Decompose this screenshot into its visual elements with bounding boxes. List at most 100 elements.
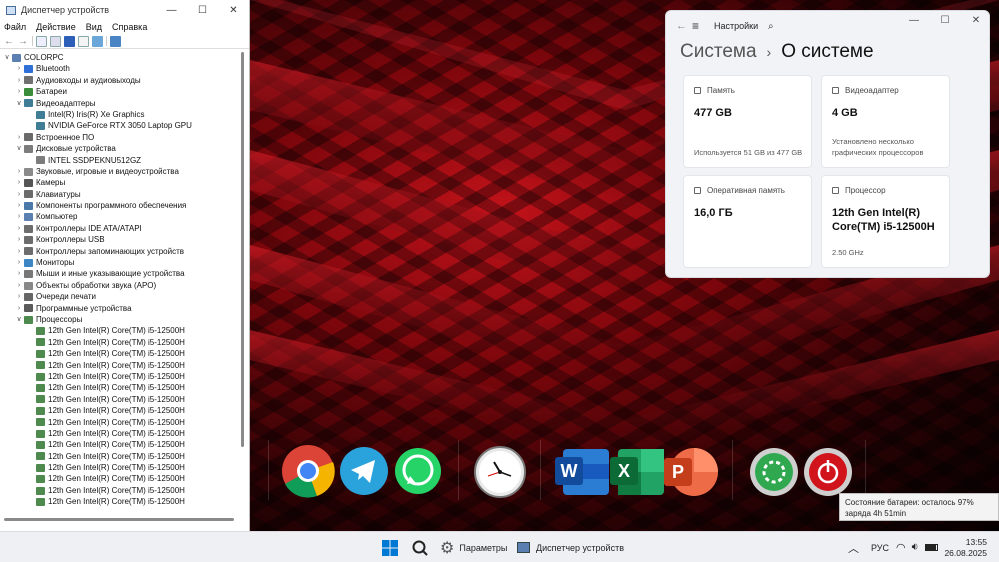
hamburger-menu-icon[interactable]: ≡ bbox=[692, 19, 714, 33]
tree-node[interactable]: ∨ Дисковые устройства bbox=[2, 143, 236, 154]
tree-node[interactable]: › Встроенное ПО bbox=[2, 132, 236, 143]
show-hidden-icon[interactable] bbox=[50, 35, 61, 47]
chevron-right-icon[interactable]: › bbox=[14, 257, 24, 268]
tree-node[interactable]: › Компоненты программного обеспечения bbox=[2, 200, 236, 211]
chevron-right-icon[interactable]: › bbox=[14, 63, 24, 74]
tree-node[interactable]: 12th Gen Intel(R) Core(TM) i5-12500H bbox=[2, 405, 236, 416]
menu-action[interactable]: Действие bbox=[36, 22, 76, 32]
excel-icon[interactable]: X bbox=[608, 447, 666, 497]
tree-node[interactable]: 12th Gen Intel(R) Core(TM) i5-12500H bbox=[2, 496, 236, 507]
settings-titlebar[interactable]: ← ≡ Настройки ⌕ — ☐ ✕ bbox=[666, 11, 989, 41]
settings-maximize-button[interactable]: ☐ bbox=[930, 15, 960, 26]
tree-node[interactable]: ∨ COLORPC bbox=[2, 52, 236, 63]
menu-view[interactable]: Вид bbox=[86, 22, 102, 32]
scrollbar-thumb[interactable] bbox=[241, 52, 244, 447]
minimize-button[interactable]: — bbox=[156, 5, 187, 16]
tree-node[interactable]: 12th Gen Intel(R) Core(TM) i5-12500H bbox=[2, 360, 236, 371]
chevron-right-icon[interactable]: › bbox=[14, 280, 24, 291]
tree-node[interactable]: › Камеры bbox=[2, 177, 236, 188]
restart-icon[interactable] bbox=[748, 446, 800, 498]
back-arrow-icon[interactable]: ← bbox=[676, 20, 692, 32]
gpu-card[interactable]: Видеоадаптер 4 GB Установлено несколько … bbox=[821, 75, 950, 168]
language-indicator[interactable]: РУС bbox=[871, 532, 889, 562]
help-icon[interactable] bbox=[64, 35, 75, 47]
menu-file[interactable]: Файл bbox=[4, 22, 26, 32]
chevron-right-icon[interactable]: › bbox=[14, 268, 24, 279]
taskbar-device-manager[interactable]: Диспетчер устройств bbox=[517, 532, 624, 562]
device-tree[interactable]: ∨ COLORPC › Bluetooth › Аудиовходы и аудиовых… bbox=[2, 52, 236, 514]
vertical-scrollbar[interactable] bbox=[239, 52, 245, 452]
scan-hardware-icon[interactable] bbox=[92, 35, 103, 47]
chevron-right-icon[interactable]: › bbox=[14, 86, 24, 97]
system-tray[interactable]: ◠ 🔉︎ bbox=[896, 532, 938, 562]
chevron-right-icon[interactable]: › bbox=[14, 246, 24, 257]
whatsapp-icon[interactable] bbox=[393, 446, 443, 496]
horizontal-scrollbar[interactable] bbox=[4, 518, 234, 521]
telegram-icon[interactable] bbox=[339, 446, 389, 496]
chevron-right-icon[interactable]: › bbox=[14, 189, 24, 200]
close-button[interactable]: ✕ bbox=[218, 5, 249, 16]
cpu-card[interactable]: Процессор 12th Gen Intel(R) Core(TM) i5-… bbox=[821, 175, 950, 268]
devmgr-titlebar[interactable]: Диспетчер устройств — ☐ ✕ bbox=[0, 0, 249, 20]
tree-node[interactable]: › Клавиатуры bbox=[2, 189, 236, 200]
chevron-down-icon[interactable]: ∨ bbox=[14, 98, 24, 109]
chevron-right-icon[interactable]: › bbox=[14, 223, 24, 234]
show-hidden-icons[interactable]: ︿ bbox=[848, 532, 859, 562]
add-legacy-icon[interactable] bbox=[110, 35, 121, 47]
tree-node[interactable]: 12th Gen Intel(R) Core(TM) i5-12500H bbox=[2, 348, 236, 359]
tree-node[interactable]: › Объекты обработки звука (APO) bbox=[2, 280, 236, 291]
search-icon[interactable]: ⌕ bbox=[768, 21, 774, 32]
search-button[interactable] bbox=[411, 532, 429, 562]
chevron-right-icon[interactable]: › bbox=[14, 291, 24, 302]
tree-node[interactable]: › Мыши и иные указывающие устройства bbox=[2, 268, 236, 279]
tree-node[interactable]: › Батареи bbox=[2, 86, 236, 97]
word-icon[interactable]: W bbox=[553, 447, 611, 497]
tree-node[interactable]: 12th Gen Intel(R) Core(TM) i5-12500H bbox=[2, 485, 236, 496]
clock[interactable]: 13:55 26.08.2025 bbox=[944, 537, 987, 559]
settings-close-button[interactable]: ✕ bbox=[961, 15, 991, 26]
tree-node[interactable]: › Bluetooth bbox=[2, 63, 236, 74]
chevron-right-icon[interactable]: › bbox=[14, 200, 24, 211]
tree-node[interactable]: › Контроллеры USB bbox=[2, 234, 236, 245]
tree-node[interactable]: 12th Gen Intel(R) Core(TM) i5-12500H bbox=[2, 325, 236, 336]
tree-node[interactable]: › Контроллеры запоминающих устройств bbox=[2, 246, 236, 257]
chrome-icon[interactable] bbox=[281, 444, 336, 499]
tree-node[interactable]: NVIDIA GeForce RTX 3050 Laptop GPU bbox=[2, 120, 236, 131]
tree-node[interactable]: 12th Gen Intel(R) Core(TM) i5-12500H bbox=[2, 417, 236, 428]
tree-node[interactable]: › Программные устройства bbox=[2, 303, 236, 314]
tree-node[interactable]: ∨ Видеоадаптеры bbox=[2, 98, 236, 109]
tree-node[interactable]: 12th Gen Intel(R) Core(TM) i5-12500H bbox=[2, 337, 236, 348]
tree-node[interactable]: › Контроллеры IDE ATA/ATAPI bbox=[2, 223, 236, 234]
chevron-right-icon[interactable]: › bbox=[14, 166, 24, 177]
maximize-button[interactable]: ☐ bbox=[187, 5, 218, 16]
taskbar-settings[interactable]: ⚙ Параметры bbox=[440, 532, 507, 562]
power-icon[interactable] bbox=[802, 446, 854, 498]
ram-card[interactable]: Оперативная память 16,0 ГБ bbox=[683, 175, 812, 268]
tree-node[interactable]: › Компьютер bbox=[2, 211, 236, 222]
settings-minimize-button[interactable]: — bbox=[899, 15, 929, 26]
menu-help[interactable]: Справка bbox=[112, 22, 147, 32]
properties-icon[interactable] bbox=[36, 35, 47, 47]
chevron-down-icon[interactable]: ∨ bbox=[14, 143, 24, 154]
chevron-down-icon[interactable]: ∨ bbox=[14, 314, 24, 325]
chevron-right-icon[interactable]: › bbox=[14, 211, 24, 222]
tree-node[interactable]: 12th Gen Intel(R) Core(TM) i5-12500H bbox=[2, 371, 236, 382]
back-icon[interactable]: ← bbox=[4, 36, 15, 47]
start-button[interactable] bbox=[381, 532, 399, 562]
chevron-right-icon[interactable]: › bbox=[14, 234, 24, 245]
tree-node[interactable]: ∨ Процессоры bbox=[2, 314, 236, 325]
chevron-right-icon[interactable]: › bbox=[14, 303, 24, 314]
breadcrumb-system[interactable]: Система bbox=[680, 41, 757, 63]
tree-node[interactable]: 12th Gen Intel(R) Core(TM) i5-12500H bbox=[2, 473, 236, 484]
chevron-right-icon[interactable]: › bbox=[14, 177, 24, 188]
tree-node[interactable]: 12th Gen Intel(R) Core(TM) i5-12500H bbox=[2, 462, 236, 473]
tree-node[interactable]: 12th Gen Intel(R) Core(TM) i5-12500H bbox=[2, 382, 236, 393]
tree-node[interactable]: › Очереди печати bbox=[2, 291, 236, 302]
chevron-right-icon[interactable]: › bbox=[14, 132, 24, 143]
forward-icon[interactable]: → bbox=[18, 36, 29, 47]
tree-node[interactable]: › Аудиовходы и аудиовыходы bbox=[2, 75, 236, 86]
tree-node[interactable]: INTEL SSDPEKNU512GZ bbox=[2, 155, 236, 166]
chevron-right-icon[interactable]: › bbox=[14, 75, 24, 86]
tree-node[interactable]: 12th Gen Intel(R) Core(TM) i5-12500H bbox=[2, 394, 236, 405]
tree-node[interactable]: Intel(R) Iris(R) Xe Graphics bbox=[2, 109, 236, 120]
